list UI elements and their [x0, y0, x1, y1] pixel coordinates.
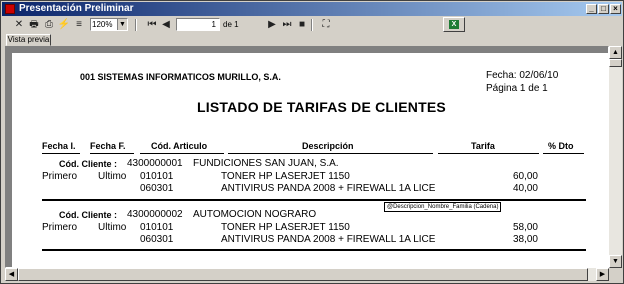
scroll-right-icon[interactable]: ▶ [596, 268, 609, 281]
header-dto: % Dto [548, 141, 574, 151]
vertical-scroll-thumb[interactable] [609, 59, 622, 67]
export-icon[interactable]: ⚡ [57, 18, 71, 32]
header-descripcion: Descripción [302, 141, 354, 151]
tab-vista-previa[interactable]: Vista previa [6, 34, 51, 46]
row-articulo: 010101 [140, 171, 174, 182]
toolbar-separator [135, 19, 137, 31]
vertical-scrollbar[interactable]: ▲ ▼ [609, 46, 622, 268]
row-articulo: 060301 [140, 234, 174, 245]
company-name: 001 SISTEMAS INFORMATICOS MURILLO, S.A. [80, 72, 281, 82]
row-fecha-i: Primero [42, 171, 78, 182]
header-underline [140, 153, 224, 154]
toolbar: ✕ 🖶 ⎙ ⚡ ≡ 120% ▼ ⏮ ◀ 1 de 1 ▶ ⏭ ■ ⛶ X [2, 17, 622, 33]
page-of-label: de 1 [223, 20, 239, 29]
client-code: 4300000002 [127, 209, 183, 220]
header-underline [543, 153, 584, 154]
maximize-button[interactable]: □ [598, 4, 609, 14]
stop-icon[interactable]: ■ [295, 18, 309, 32]
row-articulo: 060301 [140, 183, 174, 194]
header-underline [438, 153, 539, 154]
zoom-value: 120% [92, 20, 113, 29]
first-page-icon[interactable]: ⏮ [145, 18, 159, 32]
page-number-input[interactable]: 1 [176, 18, 220, 31]
print-setup-icon[interactable]: ⎙ [42, 18, 56, 32]
toolbar-separator [311, 19, 313, 31]
row-fecha-f: Ultimo [98, 171, 127, 182]
last-page-icon[interactable]: ⏭ [280, 18, 294, 32]
report-date: Fecha: 02/06/10 [486, 70, 559, 81]
close-icon[interactable]: ✕ [12, 18, 26, 32]
close-window-button[interactable]: × [610, 4, 621, 14]
row-fecha-i: Primero [42, 222, 78, 233]
row-descripcion: TONER HP LASERJET 1150 [221, 171, 350, 182]
header-underline [228, 153, 433, 154]
group-label: Cód. Cliente : [59, 159, 117, 169]
excel-export-button[interactable]: X [443, 17, 465, 32]
zoom-select[interactable]: 120% ▼ [90, 18, 128, 31]
minimize-button[interactable]: _ [586, 4, 597, 14]
preview-viewport: 001 SISTEMAS INFORMATICOS MURILLO, S.A. … [5, 46, 609, 268]
header-cod-articulo: Cód. Articulo [151, 141, 208, 151]
header-fecha-f: Fecha F. [90, 141, 126, 151]
binoculars-icon[interactable]: ⛶ [319, 18, 333, 32]
horizontal-scrollbar[interactable]: ◀ ▶ [5, 268, 609, 281]
title-bar: Presentación Preliminar _ □ × [2, 2, 622, 16]
preview-window: Presentación Preliminar _ □ × ✕ 🖶 ⎙ ⚡ ≡ … [0, 0, 624, 284]
report-page: 001 SISTEMAS INFORMATICOS MURILLO, S.A. … [12, 53, 608, 267]
report-title: LISTADO DE TARIFAS DE CLIENTES [197, 99, 446, 115]
chevron-down-icon[interactable]: ▼ [117, 19, 127, 30]
scroll-up-icon[interactable]: ▲ [609, 46, 622, 59]
app-icon [5, 4, 15, 14]
group-separator [42, 199, 586, 201]
prev-page-icon[interactable]: ◀ [159, 18, 173, 32]
report-page-number: Página 1 de 1 [486, 83, 548, 94]
row-tarifa: 58,00 [512, 222, 538, 233]
row-descripcion: ANTIVIRUS PANDA 2008 + FIREWALL 1A LICE [221, 183, 436, 194]
field-tooltip: @Descripcion_Nombre_Familia (Cadena) [384, 202, 502, 212]
client-name: FUNDICIONES SAN JUAN, S.A. [193, 158, 339, 169]
next-page-icon[interactable]: ▶ [265, 18, 279, 32]
horizontal-scroll-thumb[interactable] [18, 268, 588, 281]
scroll-down-icon[interactable]: ▼ [609, 255, 622, 268]
header-tarifa: Tarifa [471, 141, 495, 151]
row-tarifa: 60,00 [512, 171, 538, 182]
row-articulo: 010101 [140, 222, 174, 233]
client-code: 4300000001 [127, 158, 183, 169]
excel-icon: X [449, 20, 459, 29]
row-descripcion: TONER HP LASERJET 1150 [221, 222, 350, 233]
group-label: Cód. Cliente : [59, 210, 117, 220]
header-underline [42, 153, 80, 154]
tree-icon[interactable]: ≡ [72, 18, 86, 32]
print-icon[interactable]: 🖶 [27, 18, 41, 32]
header-underline [90, 153, 134, 154]
window-title: Presentación Preliminar [19, 3, 134, 14]
client-name: AUTOMOCION NOGRARO [193, 209, 317, 220]
group-separator [42, 249, 586, 251]
row-tarifa: 40,00 [512, 183, 538, 194]
row-tarifa: 38,00 [512, 234, 538, 245]
row-fecha-f: Ultimo [98, 222, 127, 233]
tab-strip: Vista previa [2, 33, 622, 46]
scroll-left-icon[interactable]: ◀ [5, 268, 18, 281]
row-descripcion: ANTIVIRUS PANDA 2008 + FIREWALL 1A LICE [221, 234, 436, 245]
header-fecha-i: Fecha I. [42, 141, 76, 151]
